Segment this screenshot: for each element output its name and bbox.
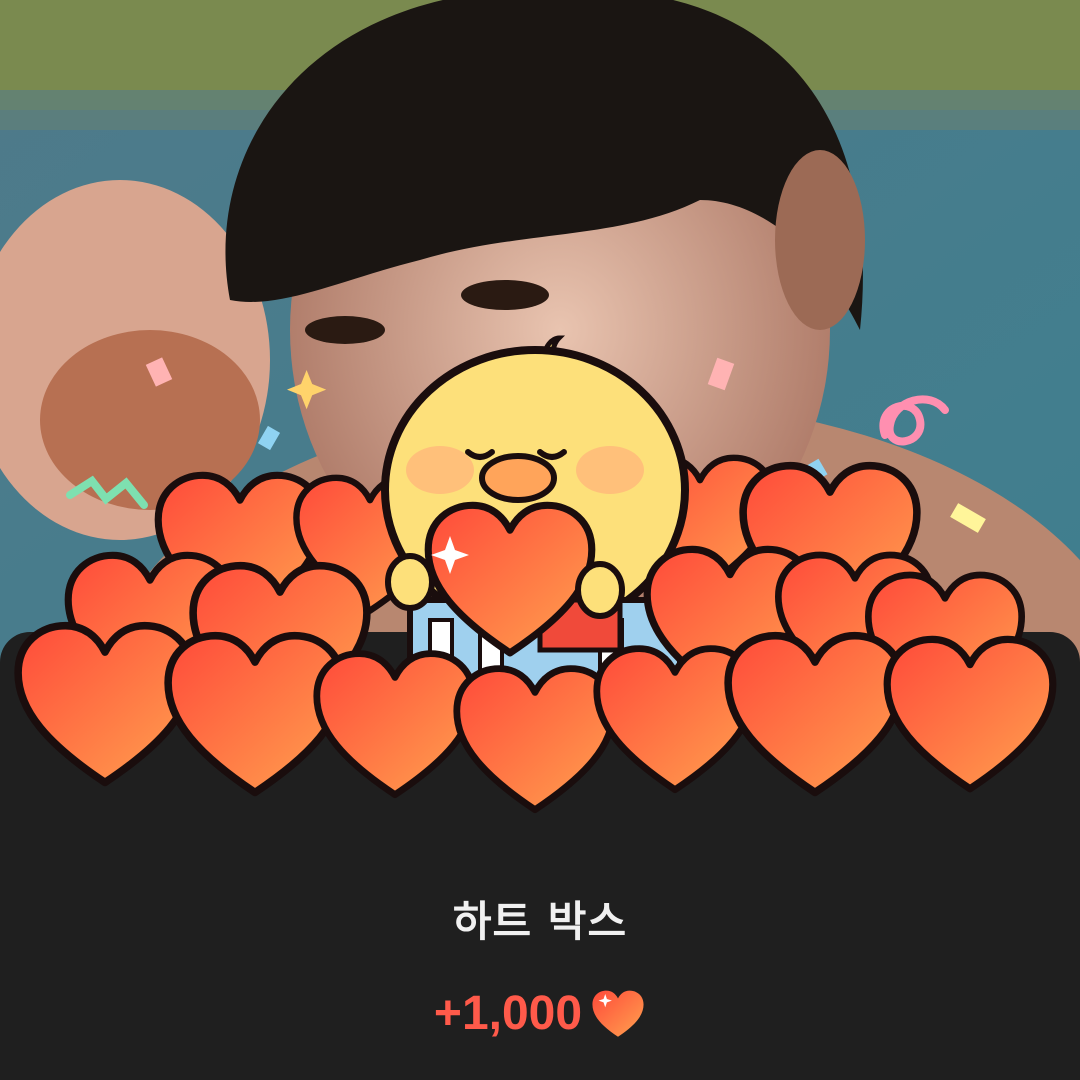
heart-box-illustration: [0, 300, 1080, 840]
reward-popup: 하트 박스 +1,000: [0, 0, 1080, 1080]
reward-amount-row: +1,000: [0, 986, 1080, 1041]
reward-amount: +1,000: [433, 987, 583, 1040]
reward-title: 하트 박스: [452, 897, 628, 946]
heart-icon: [590, 989, 646, 1039]
